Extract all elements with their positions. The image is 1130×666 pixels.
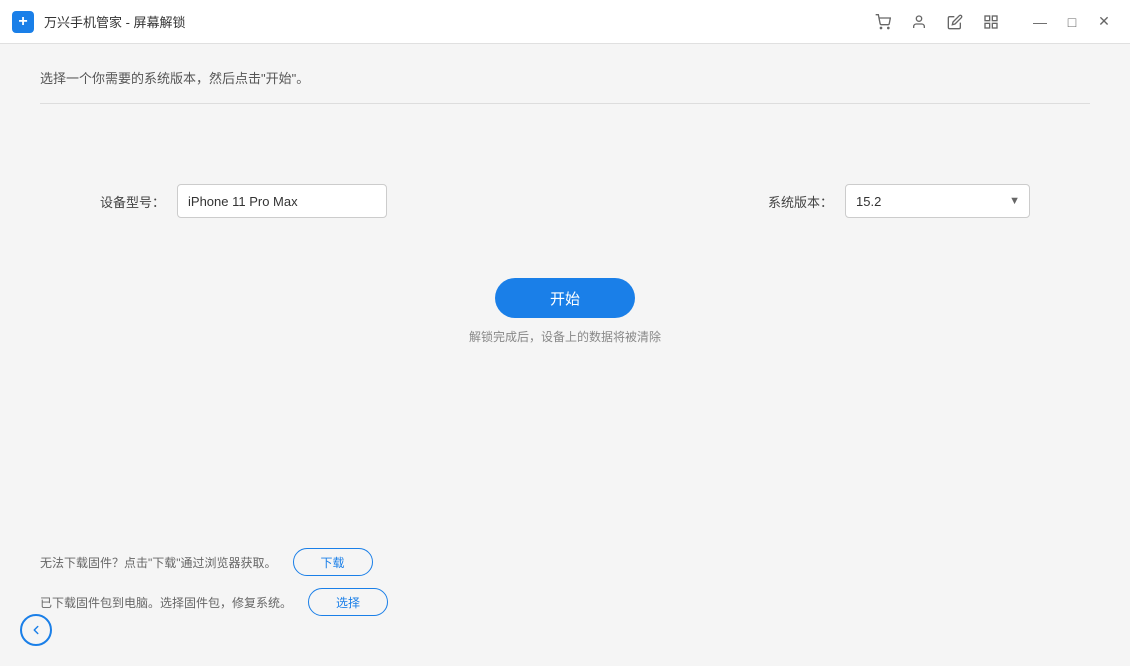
device-group: 设备型号： xyxy=(100,184,387,218)
layout-icon[interactable] xyxy=(982,13,1000,31)
title-bar-left: + 万兴手机管家 - 屏幕解锁 xyxy=(12,11,186,33)
main-content: 选择一个你需要的系统版本，然后点击"开始"。 设备型号： 系统版本： 15.2 … xyxy=(0,44,1130,666)
bottom-section: 无法下载固件？点击"下载"通过浏览器获取。 下载 已下载固件包到电脑。选择固件包… xyxy=(40,548,388,616)
start-button[interactable]: 开始 xyxy=(495,278,635,318)
button-area: 开始 解锁完成后，设备上的数据将被清除 xyxy=(40,278,1090,345)
minimize-button[interactable]: — xyxy=(1026,8,1054,36)
system-select[interactable]: 15.2 15.1 15.0 14.8 14.7 xyxy=(845,184,1030,218)
download-button[interactable]: 下载 xyxy=(293,548,373,576)
cart-icon[interactable] xyxy=(874,13,892,31)
select-row: 已下载固件包到电脑。选择固件包，修复系统。 选择 xyxy=(40,588,388,616)
edit-icon[interactable] xyxy=(946,13,964,31)
select-text: 已下载固件包到电脑。选择固件包，修复系统。 xyxy=(40,594,292,611)
app-logo: + xyxy=(12,11,34,33)
title-bar-actions: — □ ✕ xyxy=(874,8,1118,36)
device-label: 设备型号： xyxy=(100,192,165,211)
close-button[interactable]: ✕ xyxy=(1090,8,1118,36)
select-button[interactable]: 选择 xyxy=(308,588,388,616)
form-row: 设备型号： 系统版本： 15.2 15.1 15.0 14.8 14.7 ▼ xyxy=(40,184,1090,218)
app-title: 万兴手机管家 - 屏幕解锁 xyxy=(44,12,186,31)
back-button[interactable] xyxy=(20,614,52,646)
device-input[interactable] xyxy=(177,184,387,218)
system-label: 系统版本： xyxy=(768,192,833,211)
instruction-text: 选择一个你需要的系统版本，然后点击"开始"。 xyxy=(40,68,1090,87)
window-controls: — □ ✕ xyxy=(1026,8,1118,36)
maximize-button[interactable]: □ xyxy=(1058,8,1086,36)
download-row: 无法下载固件？点击"下载"通过浏览器获取。 下载 xyxy=(40,548,388,576)
user-icon[interactable] xyxy=(910,13,928,31)
system-group: 系统版本： 15.2 15.1 15.0 14.8 14.7 ▼ xyxy=(768,184,1030,218)
title-bar: + 万兴手机管家 - 屏幕解锁 xyxy=(0,0,1130,44)
download-text: 无法下载固件？点击"下载"通过浏览器获取。 xyxy=(40,554,277,571)
divider xyxy=(40,103,1090,104)
system-select-wrapper: 15.2 15.1 15.0 14.8 14.7 ▼ xyxy=(845,184,1030,218)
warning-text: 解锁完成后，设备上的数据将被清除 xyxy=(469,328,661,345)
